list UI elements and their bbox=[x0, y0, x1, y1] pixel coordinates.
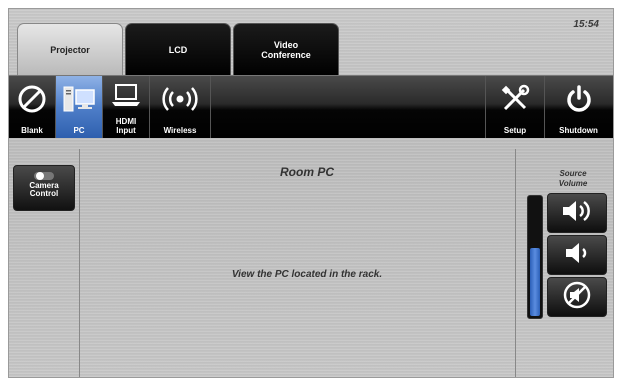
camera-control-label: Camera Control bbox=[29, 181, 59, 199]
volume-down-button[interactable] bbox=[547, 235, 607, 275]
shutdown-label: Shutdown bbox=[559, 125, 598, 135]
volume-up-button[interactable] bbox=[547, 193, 607, 233]
mute-icon bbox=[562, 280, 592, 315]
volume-level-fill bbox=[530, 248, 540, 316]
blank-button[interactable]: Blank bbox=[9, 76, 56, 138]
blank-icon bbox=[9, 82, 55, 116]
volume-down-icon bbox=[563, 241, 591, 270]
page-title: Room PC bbox=[280, 165, 334, 179]
touch-panel: 15:54 Projector LCD Video Conference Bla… bbox=[8, 8, 614, 378]
right-divider bbox=[515, 149, 516, 377]
shutdown-button[interactable]: Shutdown bbox=[544, 76, 613, 138]
laptop-icon bbox=[103, 78, 149, 112]
volume-meter[interactable] bbox=[527, 195, 543, 319]
tab-lcd[interactable]: LCD bbox=[125, 23, 231, 77]
hdmi-input-button[interactable]: HDMI Input bbox=[103, 76, 150, 138]
source-toolbar: Blank PC HDMI Input Wireless Setup Shutd… bbox=[9, 75, 613, 138]
tab-lcd-label: LCD bbox=[168, 44, 188, 55]
pc-button[interactable]: PC bbox=[56, 76, 103, 138]
wireless-button[interactable]: Wireless bbox=[150, 76, 211, 138]
camera-control-button[interactable]: Camera Control bbox=[13, 165, 75, 211]
blank-label: Blank bbox=[21, 125, 43, 135]
hdmi-input-label: HDMI Input bbox=[115, 117, 137, 135]
pc-label: PC bbox=[73, 125, 85, 135]
pc-icon bbox=[56, 82, 102, 116]
toggle-icon bbox=[33, 171, 55, 181]
wireless-icon bbox=[150, 82, 210, 116]
clock: 15:54 bbox=[573, 19, 599, 30]
power-icon bbox=[544, 82, 613, 116]
tools-icon bbox=[486, 82, 544, 116]
source-volume-label: Source Volume bbox=[558, 169, 588, 189]
tab-projector[interactable]: Projector bbox=[17, 23, 123, 76]
tab-video-conference-label: Video Conference bbox=[261, 39, 311, 60]
setup-button[interactable]: Setup bbox=[485, 76, 545, 138]
left-divider bbox=[79, 149, 80, 377]
wireless-label: Wireless bbox=[163, 125, 197, 135]
tab-video-conference[interactable]: Video Conference bbox=[233, 23, 339, 77]
tab-projector-label: Projector bbox=[50, 44, 90, 55]
mute-button[interactable] bbox=[547, 277, 607, 317]
setup-label: Setup bbox=[503, 125, 527, 135]
volume-up-icon bbox=[560, 198, 594, 229]
source-message: View the PC located in the rack. bbox=[231, 269, 383, 280]
